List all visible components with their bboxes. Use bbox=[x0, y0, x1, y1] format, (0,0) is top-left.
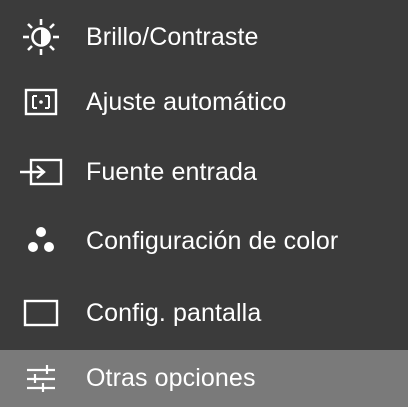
menu-item-label: Config. pantalla bbox=[86, 298, 262, 327]
menu-item-color-settings[interactable]: Configuración de color bbox=[0, 210, 408, 272]
menu-item-label: Fuente entrada bbox=[86, 157, 257, 186]
menu-item-label: Ajuste automático bbox=[86, 87, 287, 116]
display-rectangle-icon bbox=[14, 293, 68, 333]
menu-item-auto-adjust[interactable]: Ajuste automático bbox=[0, 71, 408, 133]
input-source-icon bbox=[14, 152, 68, 192]
sliders-icon bbox=[14, 359, 68, 399]
menu-item-label: Configuración de color bbox=[86, 226, 339, 255]
osd-menu: Brillo/Contraste Ajuste automático Fuent… bbox=[0, 0, 408, 407]
menu-item-label: Otras opciones bbox=[86, 364, 256, 392]
menu-item-other-options[interactable]: Otras opciones bbox=[0, 350, 408, 407]
menu-item-display-settings[interactable]: Config. pantalla bbox=[0, 282, 408, 344]
menu-item-label: Brillo/Contraste bbox=[86, 22, 259, 51]
color-dots-icon bbox=[14, 221, 68, 261]
brightness-contrast-icon bbox=[14, 17, 68, 57]
menu-item-input-source[interactable]: Fuente entrada bbox=[0, 141, 408, 203]
auto-adjust-icon bbox=[14, 82, 68, 122]
menu-item-brightness-contrast[interactable]: Brillo/Contraste bbox=[0, 6, 408, 68]
